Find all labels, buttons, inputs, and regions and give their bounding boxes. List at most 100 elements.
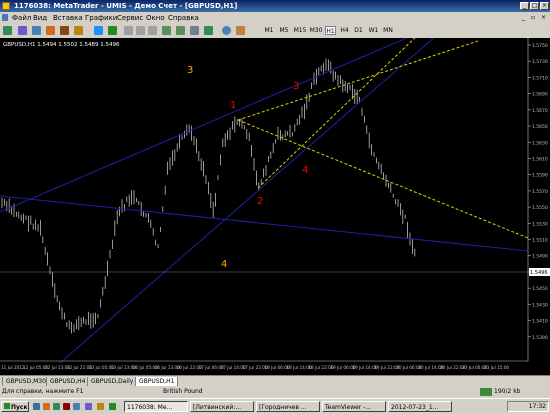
close-button[interactable]: × xyxy=(540,2,549,10)
channel-upper-line[interactable] xyxy=(0,38,430,213)
zoom-out-icon[interactable] xyxy=(176,26,185,35)
task-screenshot-file[interactable]: 2012-07-23_1... xyxy=(388,401,452,412)
clock: 17:32 xyxy=(528,403,546,410)
fan-line-steep[interactable] xyxy=(257,38,420,189)
new-order-icon[interactable] xyxy=(94,26,103,35)
zoom-in-icon[interactable] xyxy=(162,26,171,35)
start-button[interactable]: Пуск xyxy=(1,401,29,412)
new-chart-icon[interactable] xyxy=(3,26,12,35)
quicklaunch-app6-icon[interactable] xyxy=(109,403,116,410)
menu-insert[interactable]: Вставка xyxy=(53,12,83,24)
menu-help[interactable]: Справка xyxy=(168,12,199,24)
price-tick-label: 1.5490 xyxy=(532,254,548,260)
quicklaunch-app3-icon[interactable] xyxy=(73,403,80,410)
price-axis: 1.5750 1.5730 1.5710 1.5690 1.5670 1.5650 1.56… xyxy=(528,43,548,341)
connection-icon xyxy=(480,388,492,396)
candlestick-icon[interactable] xyxy=(136,26,145,35)
maximize-button[interactable]: □ xyxy=(530,2,539,10)
quicklaunch-app-icon[interactable] xyxy=(53,403,60,410)
tf-h4[interactable]: H4 xyxy=(339,26,350,35)
tf-m5[interactable]: M5 xyxy=(278,26,290,35)
menu-window[interactable]: Окно xyxy=(146,12,165,24)
current-price-label: 1.5496 xyxy=(530,270,548,276)
price-tick-label: 1.5530 xyxy=(532,221,548,227)
line-chart-icon[interactable] xyxy=(148,26,157,35)
menu-charts[interactable]: Графики xyxy=(85,12,117,24)
quicklaunch-browser-icon[interactable] xyxy=(43,403,50,410)
quicklaunch-app5-icon[interactable] xyxy=(97,403,104,410)
tf-mn[interactable]: MN xyxy=(382,26,394,35)
fan-line-lower[interactable] xyxy=(237,119,529,239)
menu-view[interactable]: Вид xyxy=(33,12,47,24)
child-minimize-button[interactable]: _ xyxy=(522,12,525,24)
task-teamviewer[interactable]: TeamViewer -... xyxy=(322,401,386,412)
trend-support-line[interactable] xyxy=(59,38,445,364)
wave-label-1: 1 xyxy=(230,100,236,111)
wave-label-4: 4 xyxy=(302,165,308,176)
status-profile: British Pound xyxy=(163,388,203,395)
price-tick-label: 1.5450 xyxy=(532,286,548,292)
templates-icon[interactable] xyxy=(236,26,245,35)
price-tick-label: 1.5650 xyxy=(532,124,548,130)
child-close-button[interactable]: × xyxy=(541,12,546,24)
tf-m30[interactable]: M30 xyxy=(309,26,323,35)
title-bar: 1176038: MetaTrader - UMIS - Демо Счет -… xyxy=(0,0,550,12)
price-tick-label: 1.5670 xyxy=(532,108,548,114)
tf-m1[interactable]: M1 xyxy=(264,26,274,35)
indicators-icon[interactable] xyxy=(204,26,213,35)
taskbar: Пуск 1176038: Me... [Литвинский:... [Гор… xyxy=(0,398,550,414)
market-watch-icon[interactable] xyxy=(32,26,41,35)
price-tick-label: 1.5390 xyxy=(532,335,548,341)
menu-file[interactable]: Файл xyxy=(12,12,31,24)
status-bar: Для справки, нажмите F1 British Pound 19… xyxy=(0,386,550,398)
task-gorodnichev[interactable]: [Городничев ... xyxy=(256,401,320,412)
channel-lower-line[interactable] xyxy=(0,195,529,252)
price-tick-label: 1.5430 xyxy=(532,302,548,308)
wave-label-3-higher: 3 xyxy=(187,65,193,76)
system-tray: 17:32 xyxy=(507,401,549,412)
price-tick-label: 1.5730 xyxy=(532,59,548,65)
menu-bar: Файл Вид Вставка Графики Сервис Окно Спр… xyxy=(0,12,550,24)
time-tick-label: 23 Jul 15:00 xyxy=(484,365,509,370)
tile-windows-icon[interactable] xyxy=(190,26,199,35)
tf-w1[interactable]: W1 xyxy=(368,26,379,35)
bar-chart-icon[interactable] xyxy=(124,26,133,35)
chart-window-icon xyxy=(2,14,8,21)
navigator-icon[interactable] xyxy=(60,26,69,35)
status-traffic: 190/2 kb xyxy=(494,388,521,395)
price-tick-label: 1.5630 xyxy=(532,140,548,146)
profiles-icon[interactable] xyxy=(18,26,27,35)
wave-label-3: 3 xyxy=(293,81,299,92)
task-metatrader[interactable]: 1176038: Me... xyxy=(124,401,188,412)
data-window-icon[interactable] xyxy=(46,26,55,35)
tf-m15[interactable]: M15 xyxy=(293,26,307,35)
toolbar: M1 M5 M15 M30 H1 H4 D1 W1 MN xyxy=(0,24,550,39)
price-tick-label: 1.5690 xyxy=(532,92,548,98)
price-tick-label: 1.5410 xyxy=(532,319,548,325)
chart-canvas[interactable]: 1 2 3 4 3 4 GBPUSD,H1 1.5494 1.5502 1.54… xyxy=(0,38,550,375)
time-axis: 11 Jul 201212 Jul 05:0012 Jul 13:0012 Ju… xyxy=(1,365,509,370)
periods-icon[interactable] xyxy=(222,26,231,35)
price-tick-label: 1.5750 xyxy=(532,43,548,49)
wave-label-4-higher: 4 xyxy=(221,259,227,270)
terminal-icon[interactable] xyxy=(74,26,83,35)
quicklaunch-desktop-icon[interactable] xyxy=(33,403,40,410)
chart-header: GBPUSD,H1 1.5494 1.5502 1.5489 1.5496 xyxy=(3,42,120,48)
price-tick-label: 1.5590 xyxy=(532,173,548,179)
fan-line-upper[interactable] xyxy=(237,40,479,121)
quicklaunch-app4-icon[interactable] xyxy=(85,403,92,410)
minimize-button[interactable]: _ xyxy=(520,2,529,10)
menu-tools[interactable]: Сервис xyxy=(117,12,143,24)
time-tick-label: 11 Jul 2012 xyxy=(1,365,25,370)
tf-d1[interactable]: D1 xyxy=(353,26,364,35)
task-litvinsky[interactable]: [Литвинский:... xyxy=(190,401,254,412)
app-icon xyxy=(2,2,10,10)
child-restore-button[interactable]: ▫ xyxy=(531,12,535,24)
window-title: 1176038: MetaTrader - UMIS - Демо Счет -… xyxy=(14,2,238,10)
windows-logo-icon xyxy=(4,403,10,409)
quicklaunch-app2-icon[interactable] xyxy=(63,403,70,410)
tf-h1[interactable]: H1 xyxy=(325,26,336,35)
expert-advisors-icon[interactable] xyxy=(108,26,117,35)
price-chart[interactable]: 1 2 3 4 3 4 GBPUSD,H1 1.5494 1.5502 1.54… xyxy=(0,38,550,375)
price-bars xyxy=(1,58,416,334)
